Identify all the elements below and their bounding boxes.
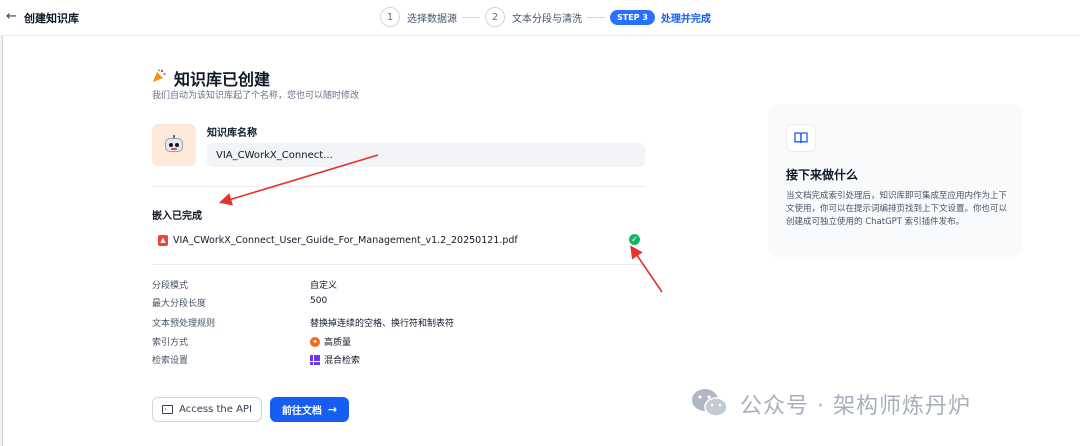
prop-label: 分段模式	[152, 281, 189, 291]
book-icon	[786, 124, 816, 152]
high-quality-icon: ✦	[310, 336, 320, 347]
embed-complete-title: 嵌入已完成	[152, 211, 202, 222]
go-to-docs-button[interactable]: 前往文档 →	[270, 397, 349, 422]
kb-avatar[interactable]	[152, 124, 196, 166]
file-name: VIA_CWorkX_Connect_User_Guide_For_Manage…	[173, 234, 518, 246]
prop-label: 索引方式	[152, 338, 189, 348]
divider	[152, 264, 646, 265]
prop-value-text: 混合检索	[324, 356, 361, 366]
next-steps-card: 接下来做什么 当文档完成索引处理后，知识库即可集成至应用内作为上下文使用，你可以…	[768, 104, 1022, 257]
prop-label: 检索设置	[152, 356, 189, 366]
prop-value: 混合检索	[310, 353, 360, 366]
page-title: 创建知识库	[24, 12, 79, 25]
step-2: 2 文本分段与清洗	[485, 7, 582, 27]
next-steps-description: 当文档完成索引处理后，知识库即可集成至应用内作为上下文使用，你可以在提示词编排页…	[786, 191, 1008, 227]
step-3-label: 处理并完成	[660, 13, 711, 25]
back-arrow-icon[interactable]: ←	[6, 9, 17, 24]
prop-label: 最大分段长度	[152, 299, 207, 309]
step-1-label: 选择数据源	[407, 13, 457, 25]
step-1: 1 选择数据源	[380, 7, 457, 27]
go-to-docs-label: 前往文档	[281, 406, 322, 417]
prop-value: 500	[310, 296, 327, 306]
arrow-right-icon: →	[327, 403, 338, 416]
check-circle-icon: ✓	[629, 234, 640, 245]
file-row: ▲ VIA_CWorkX_Connect_User_Guide_For_Mana…	[152, 229, 646, 251]
step-2-number: 2	[485, 7, 505, 27]
step-2-label: 文本分段与清洗	[512, 13, 582, 25]
stepper: 1 选择数据源 2 文本分段与清洗 STEP 3 处理并完成	[380, 7, 711, 27]
terminal-icon: ›	[162, 405, 174, 414]
hybrid-search-icon	[310, 354, 320, 365]
access-api-label: Access the API	[179, 404, 252, 415]
step-1-number: 1	[380, 7, 400, 27]
prop-value: 自定义	[310, 278, 337, 291]
step-3-active: STEP 3 处理并完成	[610, 9, 711, 25]
step-separator	[587, 16, 605, 18]
prop-value-text: 高质量	[324, 338, 352, 348]
prop-label: 文本预处理规则	[152, 319, 216, 329]
watermark-text: 公众号 · 架构师炼丹炉	[740, 394, 971, 419]
pdf-file-icon: ▲	[158, 234, 168, 246]
robot-icon	[163, 135, 185, 155]
prop-value: 替换掉连续的空格、换行符和制表符	[310, 316, 454, 329]
wechat-icon	[690, 386, 730, 420]
success-heading: 知识库已创建	[174, 70, 271, 89]
prop-value: ✦ 高质量	[310, 335, 351, 348]
prop-value-text: 500	[310, 296, 328, 306]
kb-name-label: 知识库名称	[207, 128, 257, 139]
step-separator	[462, 16, 480, 18]
access-api-button[interactable]: › Access the API	[152, 397, 262, 422]
heading-row: 知识库已创建	[152, 66, 270, 90]
top-bar: ← 创建知识库 1 选择数据源 2 文本分段与清洗 STEP 3 处理并完成	[0, 0, 1080, 36]
success-subheading: 我们自动为该知识库起了个名称，您也可以随时修改	[152, 91, 360, 101]
step-3-pill: STEP 3	[610, 9, 655, 25]
prop-value-text: 自定义	[310, 281, 338, 291]
party-popper-icon	[152, 69, 166, 87]
kb-name-input[interactable]	[207, 143, 645, 167]
divider	[152, 186, 646, 187]
next-steps-title: 接下来做什么	[786, 168, 859, 182]
prop-value-text: 替换掉连续的空格、换行符和制表符	[310, 319, 455, 329]
